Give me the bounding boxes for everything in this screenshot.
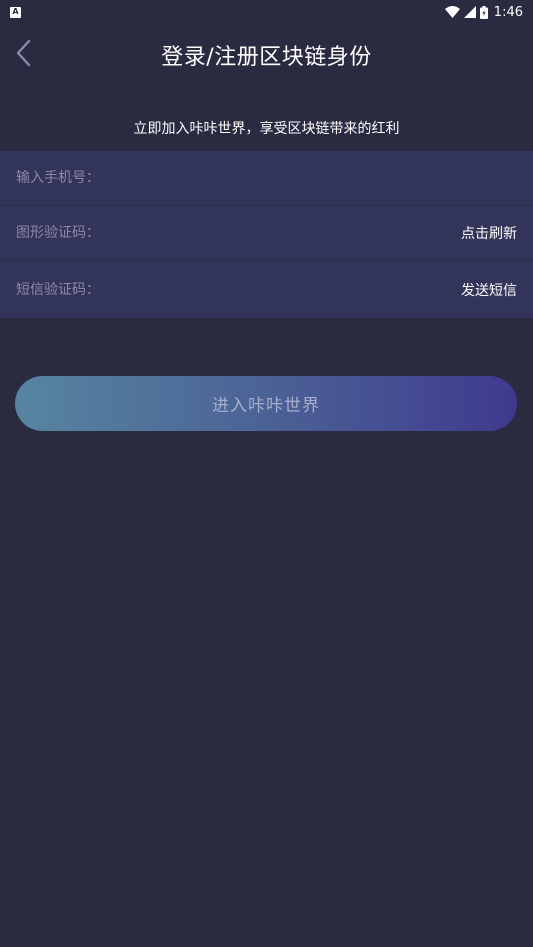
status-left: A [10,6,21,18]
subtitle: 立即加入咔咔世界，享受区块链带来的红利 [133,121,400,137]
captcha-row: 点击刷新 [0,206,533,261]
send-sms-button[interactable]: 发送短信 [461,280,517,300]
phone-row [0,151,533,206]
page-title: 登录/注册区块链身份 [161,45,372,70]
status-time: 1:46 [493,4,523,20]
sms-row: 发送短信 [0,261,533,318]
header: 登录/注册区块链身份 [0,24,533,82]
battery-icon [479,5,488,19]
refresh-captcha-button[interactable]: 点击刷新 [461,223,517,243]
sms-code-input[interactable] [16,274,461,305]
notification-icon: A [10,6,21,18]
notification-glyph: A [12,7,19,16]
status-right: 1:46 [444,4,523,20]
captcha-input[interactable] [16,218,461,248]
enter-world-button[interactable]: 进入咔咔世界 [15,376,517,431]
status-bar: A 1:46 [0,0,533,24]
login-screen: A 1:46 登录/注册区块链身份 立即加入咔咔世界，享受区块链带来的红利 输入… [0,0,533,947]
wifi-icon [444,6,460,18]
signal-icon [463,6,476,18]
login-form: 点击刷新 发送短信 [0,151,533,318]
enter-world-label: 进入咔咔世界 [212,396,320,416]
phone-input[interactable] [16,163,517,193]
